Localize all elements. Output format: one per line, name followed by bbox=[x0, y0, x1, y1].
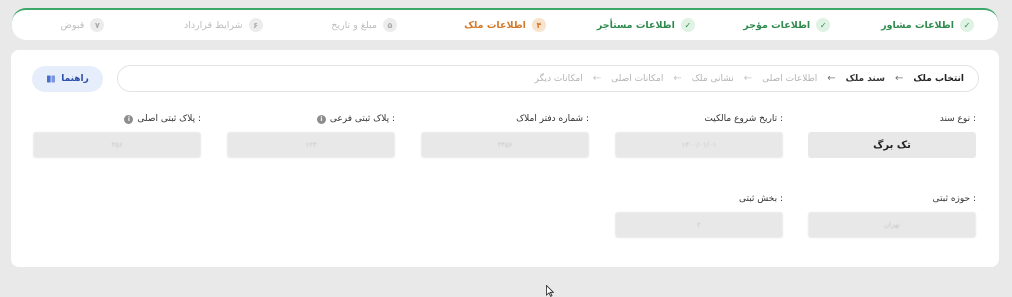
main-plate-input[interactable]: ۴۵۶ bbox=[33, 132, 201, 158]
arrow-left-icon: ← bbox=[743, 73, 753, 84]
crumb-select-property[interactable]: انتخاب ملک bbox=[913, 74, 964, 84]
arrow-left-icon: ← bbox=[827, 73, 836, 84]
registry-section-select[interactable]: ۲ bbox=[615, 212, 783, 238]
info-icon[interactable]: i bbox=[124, 114, 134, 124]
step-lessor-info[interactable]: ✓ اطلاعات مؤجر bbox=[716, 10, 857, 40]
info-icon[interactable]: i bbox=[316, 114, 326, 124]
crumb-main-facilities[interactable]: امکانات اصلی bbox=[611, 74, 663, 84]
registry-zone-select[interactable]: تهران bbox=[808, 212, 976, 238]
arrow-left-icon: ← bbox=[894, 73, 904, 84]
registry-number-input[interactable]: ۳۴۵۶ bbox=[421, 132, 589, 158]
arrow-left-icon: ← bbox=[592, 73, 602, 84]
arrow-left-icon: ← bbox=[673, 73, 682, 84]
crumb-property-address[interactable]: نشانی ملک bbox=[692, 74, 734, 84]
registry-zone-label: حوزه ثبتی : bbox=[932, 194, 976, 204]
step-number-badge: ۴ bbox=[531, 18, 546, 32]
step-bills[interactable]: ۷ قبوض bbox=[12, 10, 153, 40]
sub-plate-field: پلاک ثبتی فرعی : i ۱۲۳ bbox=[227, 112, 395, 158]
sub-plate-input[interactable]: ۱۲۳ bbox=[227, 132, 395, 158]
step-label: شرایط قرارداد bbox=[183, 19, 243, 31]
mouse-cursor-icon bbox=[546, 285, 554, 297]
check-icon: ✓ bbox=[680, 18, 695, 32]
property-doc-card: انتخاب ملک ← سند ملک ← اطلاعات اصلی ← نش… bbox=[11, 50, 999, 267]
check-icon: ✓ bbox=[816, 18, 831, 32]
step-label: اطلاعات ملک bbox=[464, 19, 526, 31]
ownership-start-field: تاریخ شروع مالکیت : ۱۴۰۰/۰۱/۰۱ bbox=[615, 112, 783, 158]
doc-type-label: نوع سند : bbox=[939, 114, 976, 124]
ownership-start-input[interactable]: ۱۴۰۰/۰۱/۰۱ bbox=[615, 132, 783, 158]
crumb-property-document[interactable]: سند ملک bbox=[846, 74, 885, 84]
step-tenant-info[interactable]: ✓ اطلاعات مستأجر bbox=[575, 10, 716, 40]
step-label: اطلاعات مؤجر bbox=[743, 19, 811, 31]
check-icon: ✓ bbox=[959, 18, 974, 32]
registry-number-field: شماره دفتر املاک : ۳۴۵۶ bbox=[421, 112, 589, 158]
step-property-info[interactable]: ۴ اطلاعات ملک bbox=[435, 10, 576, 40]
sub-plate-label: پلاک ثبتی فرعی : bbox=[329, 114, 395, 124]
ownership-start-label: تاریخ شروع مالکیت : bbox=[704, 114, 783, 124]
doc-type-select[interactable]: تک برگ bbox=[808, 132, 976, 158]
book-icon bbox=[47, 75, 56, 83]
doc-type-field: نوع سند : تک برگ bbox=[808, 112, 976, 158]
registry-zone-field: حوزه ثبتی : تهران bbox=[808, 192, 976, 238]
help-button[interactable]: راهنما bbox=[32, 66, 103, 92]
step-label: مبلغ و تاریخ bbox=[331, 19, 377, 31]
step-contract-terms[interactable]: ۶ شرایط قرارداد bbox=[153, 10, 294, 40]
step-label: اطلاعات مستأجر bbox=[596, 19, 675, 31]
step-number-badge: ۵ bbox=[382, 18, 397, 32]
step-amount-date[interactable]: ۵ مبلغ و تاریخ bbox=[294, 10, 435, 40]
breadcrumb: انتخاب ملک ← سند ملک ← اطلاعات اصلی ← نش… bbox=[117, 65, 979, 92]
main-plate-field: پلاک ثبتی اصلی : i ۴۵۶ bbox=[33, 112, 201, 158]
step-advisor-info[interactable]: ✓ اطلاعات مشاور bbox=[857, 10, 998, 40]
step-number-badge: ۷ bbox=[90, 18, 105, 32]
step-label: قبوض bbox=[60, 19, 85, 31]
wizard-stepper: ✓ اطلاعات مشاور ✓ اطلاعات مؤجر ✓ اطلاعات… bbox=[12, 8, 998, 40]
crumb-other-facilities[interactable]: امکانات دیگر bbox=[535, 74, 583, 84]
main-plate-label: پلاک ثبتی اصلی : bbox=[137, 114, 201, 124]
step-number-badge: ۶ bbox=[248, 18, 263, 32]
help-label: راهنما bbox=[61, 74, 89, 84]
crumb-main-info[interactable]: اطلاعات اصلی bbox=[762, 74, 817, 84]
registry-section-field: بخش ثبتی : ۲ bbox=[615, 192, 783, 238]
registry-number-label: شماره دفتر املاک : bbox=[516, 114, 589, 124]
step-label: اطلاعات مشاور bbox=[881, 19, 954, 31]
registry-section-label: بخش ثبتی : bbox=[739, 194, 783, 204]
